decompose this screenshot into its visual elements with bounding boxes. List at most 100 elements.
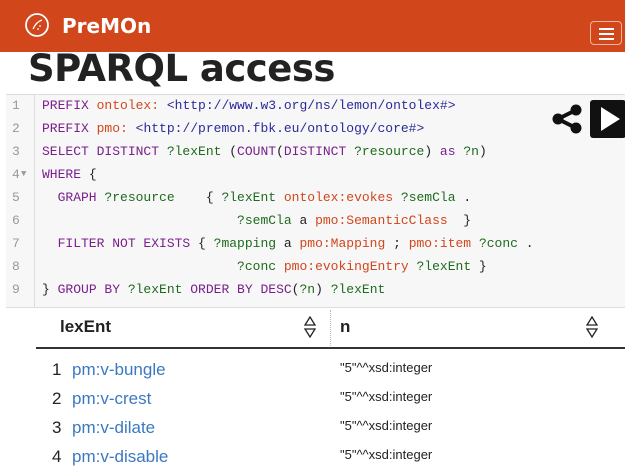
line-number: 6: [12, 213, 20, 228]
code-token: WHERE: [42, 167, 82, 182]
code-token: {: [190, 236, 214, 251]
code-token: a: [291, 213, 316, 228]
code-token: ?n: [463, 144, 479, 159]
code-token: GROUP BY: [57, 282, 128, 297]
code-token: ontolex:: [96, 98, 160, 113]
code-text: PREFIX ontolex: <http://www.w3.org/ns/le…: [42, 95, 456, 116]
code-token: ;: [385, 236, 409, 251]
code-token: ): [424, 144, 440, 159]
code-text: ?semCla a pmo:SemanticClass }: [42, 210, 471, 231]
count-value: "5"^^xsd:integer: [340, 447, 433, 462]
code-token: <http://www.w3.org/ns/lemon/ontolex#>: [166, 98, 456, 113]
code-token: .: [455, 190, 472, 205]
premon-logo-icon[interactable]: [24, 12, 50, 38]
line-number: 8: [12, 259, 20, 274]
line-number: 2: [12, 121, 20, 136]
count-value: "5"^^xsd:integer: [340, 418, 433, 433]
line-number: 7: [12, 236, 20, 251]
code-token: ?lexEnt: [330, 282, 386, 297]
code-token: pmo:SemanticClass: [315, 213, 448, 228]
code-token: ?n: [299, 282, 316, 297]
menu-toggle-button[interactable]: [590, 21, 622, 45]
code-token: COUNT: [237, 144, 277, 159]
run-query-button[interactable]: [590, 100, 625, 138]
code-text: } GROUP BY ?lexEnt ORDER BY DESC(?n) ?le…: [42, 279, 385, 300]
code-token: ?lexEnt: [416, 259, 472, 274]
code-text: ?conc pmo:evokingEntry ?lexEnt }: [42, 256, 487, 277]
code-token: GRAPH: [42, 190, 105, 205]
code-token: ?resource: [354, 144, 425, 159]
code-token: ?lexEnt: [127, 282, 183, 297]
code-token: pmo:item: [408, 236, 472, 251]
code-text: GRAPH ?resource { ?lexEnt ontolex:evokes…: [42, 187, 472, 208]
column-header-n[interactable]: n: [340, 306, 350, 348]
row-number: 3: [52, 418, 62, 437]
code-token: SELECT DISTINCT: [42, 144, 167, 159]
code-token: ?conc: [237, 259, 277, 274]
code-token: ?semCla: [400, 190, 456, 205]
code-token: }: [42, 282, 58, 297]
line-number: 1: [12, 98, 20, 113]
play-icon: [601, 107, 620, 131]
code-token: }: [447, 213, 472, 228]
lexent-link[interactable]: pm:v-crest: [72, 389, 151, 409]
code-token: {: [81, 167, 97, 182]
code-token: .: [517, 236, 534, 251]
code-token: (: [221, 144, 238, 159]
code-token: ?conc: [478, 236, 518, 251]
line-number: 5: [12, 190, 20, 205]
code-text: WHERE {: [42, 164, 97, 185]
code-token: a: [276, 236, 300, 251]
fold-arrow-icon[interactable]: ▼: [21, 164, 26, 185]
code-token: PREFIX: [42, 98, 97, 113]
lexent-link[interactable]: pm:v-dilate: [72, 418, 155, 438]
hamburger-bar: [599, 33, 614, 35]
code-token: }: [471, 259, 487, 274]
hamburger-bar: [599, 38, 614, 40]
code-token: ?mapping: [213, 236, 277, 251]
sort-icon[interactable]: [304, 316, 316, 338]
code-token: ): [478, 144, 487, 159]
share-icon[interactable]: [550, 102, 584, 136]
code-token: pmo:: [96, 121, 128, 136]
code-text: PREFIX pmo: <http://premon.fbk.eu/ontolo…: [42, 118, 424, 139]
column-header-lexent[interactable]: lexEnt: [60, 306, 111, 348]
table-row: 3 pm:v-dilate "5"^^xsd:integer: [36, 418, 625, 444]
row-number: 2: [52, 389, 62, 408]
line-number: 3: [12, 144, 20, 159]
code-token: PREFIX: [42, 121, 97, 136]
lexent-link[interactable]: pm:v-disable: [72, 447, 168, 467]
hamburger-bar: [599, 28, 614, 30]
code-token: DISTINCT: [283, 144, 355, 159]
code-token: ORDER BY DESC: [190, 282, 292, 297]
count-value: "5"^^xsd:integer: [340, 389, 433, 404]
code-token: (: [276, 144, 284, 159]
code-token: as: [439, 144, 464, 159]
code-token: FILTER NOT EXISTS: [42, 236, 191, 251]
code-token: {: [174, 190, 222, 205]
page-title: SPARQL access: [28, 47, 335, 90]
table-row: 1 pm:v-bungle "5"^^xsd:integer: [36, 360, 625, 386]
code-token: ?lexEnt: [221, 190, 277, 205]
sparql-query-editor[interactable]: 1 PREFIX ontolex: <http://www.w3.org/ns/l…: [6, 94, 625, 308]
header-divider: [36, 347, 625, 349]
table-row: 4 pm:v-disable "5"^^xsd:integer: [36, 447, 625, 473]
line-number: 9: [12, 282, 20, 297]
row-number: 4: [52, 447, 62, 466]
code-text: FILTER NOT EXISTS { ?mapping a pmo:Mappi…: [42, 233, 534, 254]
brand-name[interactable]: PreMOn: [62, 14, 151, 38]
code-token: ontolex:evokes: [283, 190, 394, 205]
sort-icon[interactable]: [586, 316, 598, 338]
navbar: PreMOn: [0, 0, 625, 52]
lexent-link[interactable]: pm:v-bungle: [72, 360, 166, 380]
column-divider: [330, 310, 332, 346]
count-value: "5"^^xsd:integer: [340, 360, 433, 375]
